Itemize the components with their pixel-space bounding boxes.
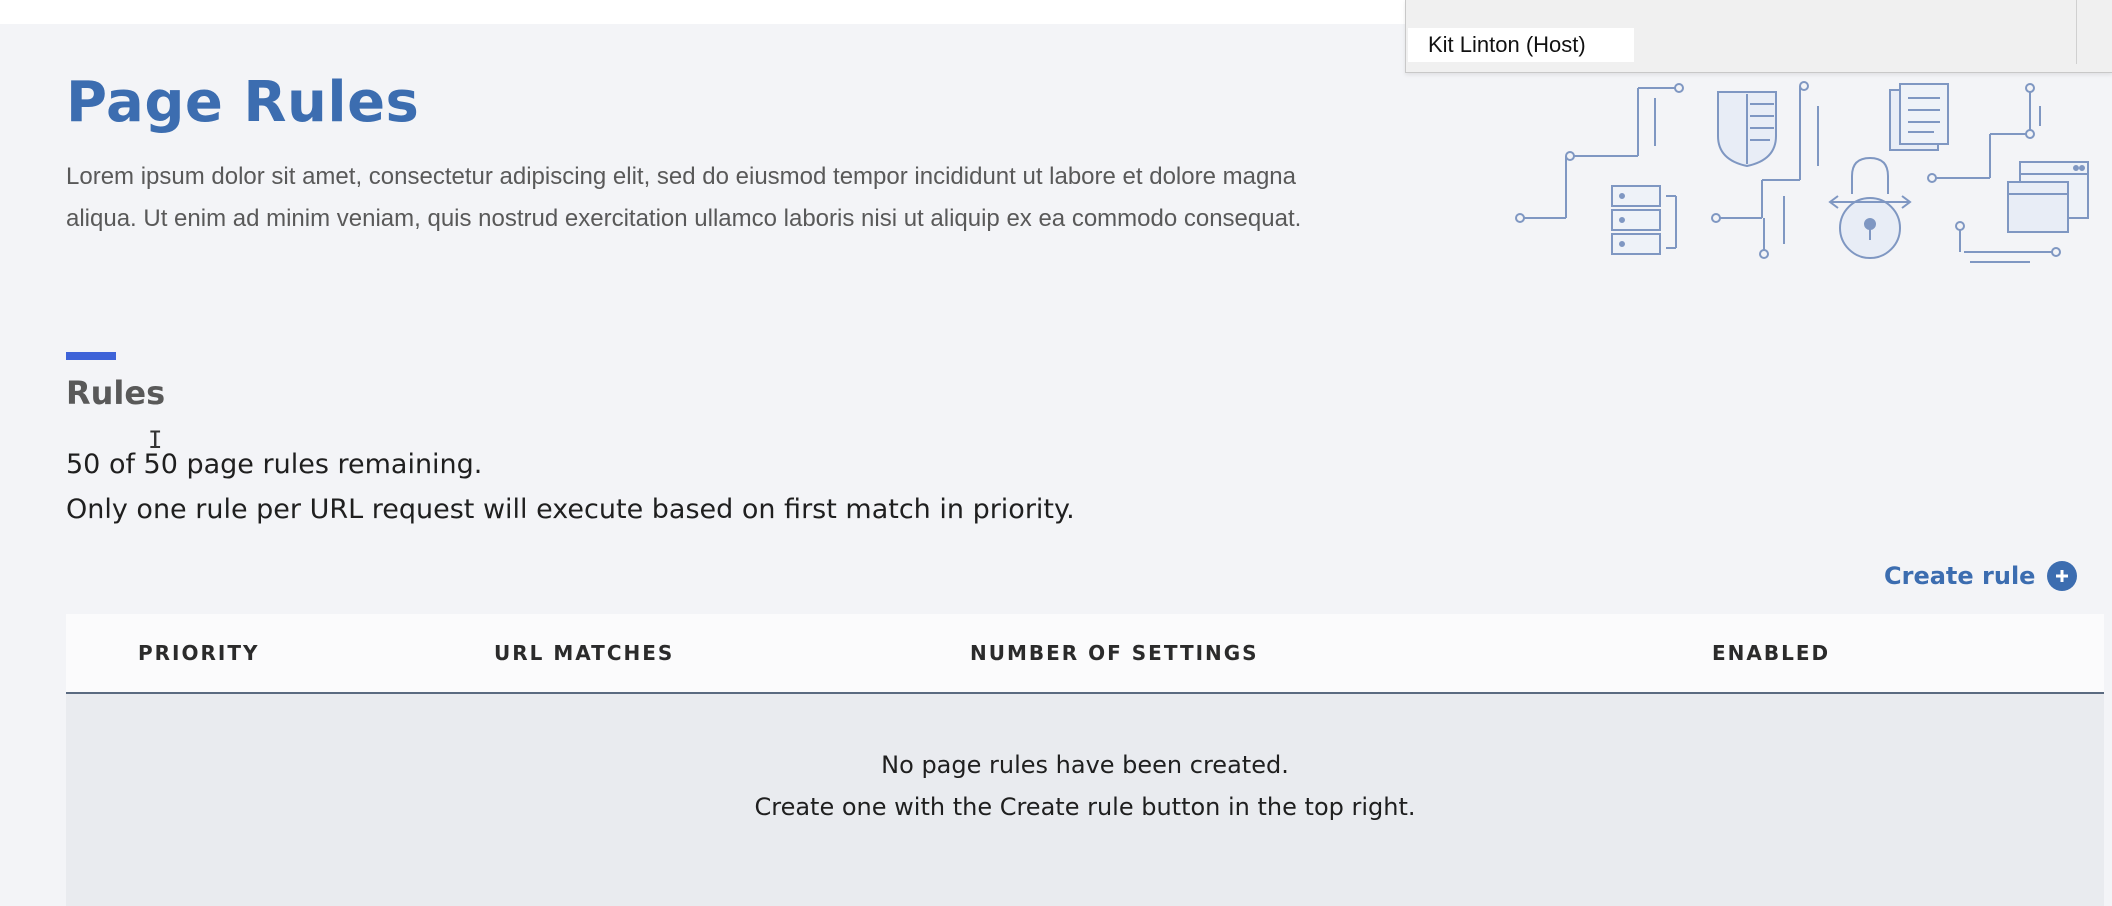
- empty-state-line-2: Create one with the Create rule button i…: [754, 793, 1416, 821]
- document-icon: [1889, 83, 1949, 151]
- host-name-label: Kit Linton (Host): [1408, 28, 1634, 62]
- plus-circle-icon: [2047, 561, 2078, 591]
- section-title: Rules: [66, 374, 166, 412]
- rules-info: 50 of 50 page rules remaining. Only one …: [66, 442, 1075, 532]
- page-title: Page Rules: [66, 70, 420, 135]
- column-number-of-settings[interactable]: NUMBER OF SETTINGS: [970, 614, 1259, 692]
- empty-state-line-1: No page rules have been created.: [881, 751, 1289, 779]
- priority-note: Only one rule per URL request will execu…: [66, 494, 1075, 525]
- page-description: Lorem ipsum dolor sit amet, consectetur …: [66, 163, 1302, 232]
- column-priority[interactable]: PRIORITY: [138, 614, 259, 692]
- text-cursor-icon: I: [148, 426, 163, 454]
- host-video-panel: Kit Linton (Host): [1405, 0, 2112, 73]
- shield-icon: [1717, 91, 1777, 168]
- host-panel-divider: [2076, 0, 2077, 64]
- rules-table-header: PRIORITY URL MATCHES NUMBER OF SETTINGS …: [66, 614, 2104, 694]
- empty-state-message: No page rules have been created. Create …: [66, 744, 2104, 828]
- server-stack-icon: [1611, 185, 1677, 255]
- rules-remaining-text: 50 of 50 page rules remaining.: [66, 449, 483, 480]
- browser-windows-icon: [2007, 161, 2089, 233]
- create-rule-button[interactable]: Create rule: [1884, 556, 2078, 596]
- security-illustration: [1515, 81, 2089, 263]
- column-enabled[interactable]: ENABLED: [1712, 614, 1830, 692]
- section-accent-bar: [66, 352, 116, 360]
- create-rule-label: Create rule: [1884, 562, 2036, 590]
- rules-table-body: No page rules have been created. Create …: [66, 694, 2104, 906]
- padlock-icon: [1828, 156, 1912, 259]
- column-url-matches[interactable]: URL MATCHES: [494, 614, 674, 692]
